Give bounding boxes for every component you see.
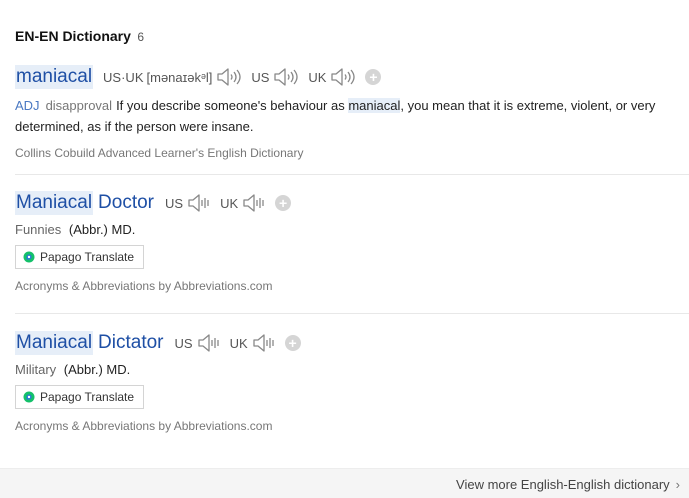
papago-translate-label: Papago Translate <box>40 390 135 404</box>
add-to-wordbook-icon[interactable]: + <box>284 335 301 351</box>
source-link[interactable]: Collins Cobuild Advanced Learner's Engli… <box>15 146 689 160</box>
footer-bar: View more English-English dictionary › <box>0 468 689 498</box>
headword-link[interactable]: Maniacal <box>15 191 94 215</box>
source-link[interactable]: Acronyms & Abbreviations by Abbreviation… <box>15 279 689 293</box>
chevron-right-icon: › <box>675 477 680 492</box>
headword-link[interactable]: maniacal <box>15 65 94 89</box>
speaker-icon[interactable] <box>252 333 276 353</box>
audio-label-uk: UK <box>308 69 327 85</box>
speaker-icon[interactable] <box>330 67 356 87</box>
papago-translate-label: Papago Translate <box>40 250 135 264</box>
add-to-wordbook-icon[interactable]: + <box>365 69 382 85</box>
usage-label: disapproval <box>45 98 113 113</box>
papago-icon <box>23 391 35 403</box>
definition-text-start: If you describe someone's behaviour as <box>116 98 349 113</box>
speaker-icon[interactable] <box>216 67 242 87</box>
translate-wrap: Papago Translate <box>15 385 689 409</box>
divider <box>15 313 689 314</box>
entry-maniacal-dictator: Maniacal Dictator US UK + Military (Abbr… <box>15 331 689 433</box>
divider <box>15 174 689 175</box>
papago-translate-button[interactable]: Papago Translate <box>15 245 145 269</box>
abbreviation-text: (Abbr.) MD. <box>68 222 136 237</box>
abbreviation-text: (Abbr.) MD. <box>63 362 131 377</box>
speaker-icon[interactable] <box>273 67 299 87</box>
source-link[interactable]: Acronyms & Abbreviations by Abbreviation… <box>15 419 689 433</box>
speaker-icon[interactable] <box>197 333 221 353</box>
translate-wrap: Papago Translate <box>15 245 689 269</box>
speaker-icon[interactable] <box>242 193 266 213</box>
entry-maniacal: maniacal US·UK [mənaɪəkᵊl] US UK + ADJ di… <box>15 65 689 160</box>
speaker-icon[interactable] <box>187 193 211 213</box>
headword-link[interactable]: Maniacal <box>15 331 94 355</box>
headword-link-second[interactable]: Doctor <box>97 191 155 215</box>
definition-keyword: maniacal <box>348 98 401 113</box>
audio-label-us: US <box>251 69 270 85</box>
audio-label-us: US <box>165 195 184 211</box>
category-label: Military <box>15 362 57 377</box>
pronunciation: [mənaɪəkᵊl] <box>146 69 213 85</box>
view-more-link[interactable]: View more English-English dictionary › <box>456 477 680 492</box>
definition: Military (Abbr.) MD. <box>15 362 689 377</box>
entry-head-row: Maniacal Doctor US UK + <box>15 191 689 215</box>
entry-maniacal-doctor: Maniacal Doctor US UK + Funnies (Abbr.) … <box>15 191 689 293</box>
result-count: 6 <box>137 30 145 44</box>
section-title: EN-EN Dictionary <box>15 28 131 44</box>
section-header: EN-EN Dictionary 6 <box>15 28 144 46</box>
papago-translate-button[interactable]: Papago Translate <box>15 385 145 409</box>
definition: ADJ disapproval If you describe someone's … <box>15 95 680 137</box>
entry-head-row: maniacal US·UK [mənaɪəkᵊl] US UK + <box>15 65 689 89</box>
headword-link-second[interactable]: Dictator <box>97 331 164 355</box>
entry-head-row: Maniacal Dictator US UK + <box>15 331 689 355</box>
pron-region-label: US·UK <box>103 69 144 85</box>
definition: Funnies (Abbr.) MD. <box>15 222 689 237</box>
add-to-wordbook-icon[interactable]: + <box>275 195 292 211</box>
category-label: Funnies <box>15 222 62 237</box>
audio-label-uk: UK <box>220 195 239 211</box>
part-of-speech: ADJ <box>15 98 40 113</box>
view-more-label: View more English-English dictionary <box>456 477 670 492</box>
audio-label-us: US <box>174 335 193 351</box>
papago-icon <box>23 251 35 263</box>
audio-label-uk: UK <box>229 335 248 351</box>
